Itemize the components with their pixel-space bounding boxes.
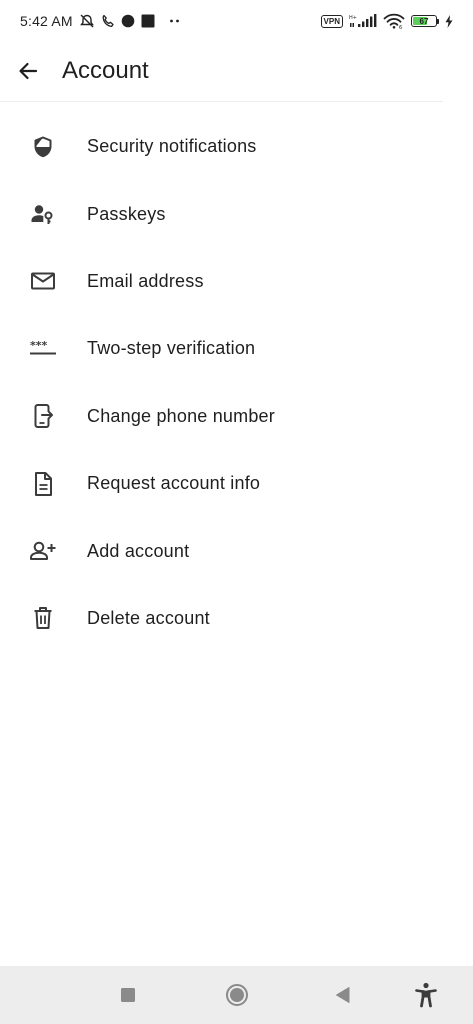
menu-item-label: Passkeys <box>87 203 166 224</box>
app-notification-icon <box>121 14 135 28</box>
app-notification-square-icon <box>141 14 155 28</box>
circle-icon <box>225 983 249 1007</box>
battery-indicator: 67 <box>411 15 439 27</box>
wifi-icon: 6 <box>383 13 405 29</box>
page-title: Account <box>62 57 149 84</box>
password-dots-icon: *** <box>29 335 57 363</box>
document-icon <box>29 470 57 498</box>
account-menu-list: Security notifications Passkeys Email ad… <box>0 113 473 652</box>
trash-icon <box>29 604 57 632</box>
menu-item-delete-account[interactable]: Delete account <box>0 585 473 652</box>
menu-item-security-notifications[interactable]: Security notifications <box>0 113 473 180</box>
account-screen: 5:42 AM VPN H+ 6 67 Account Security not… <box>0 0 473 1024</box>
menu-item-passkeys[interactable]: Passkeys <box>0 180 473 247</box>
battery-level: 67 <box>419 16 429 26</box>
app-bar: Account <box>0 42 473 100</box>
svg-text:***: *** <box>30 339 48 352</box>
vpn-badge: VPN <box>320 14 343 28</box>
menu-item-label: Delete account <box>87 607 210 628</box>
muted-alarm-icon <box>79 13 95 29</box>
square-icon <box>120 987 136 1003</box>
svg-text:H+: H+ <box>349 15 357 21</box>
battery-tip <box>437 18 439 24</box>
battery-body: 67 <box>411 15 437 27</box>
menu-item-change-phone-number[interactable]: Change phone number <box>0 383 473 450</box>
status-time: 5:42 AM <box>20 13 73 29</box>
menu-item-label: Add account <box>87 540 190 561</box>
menu-item-label: Security notifications <box>87 136 257 157</box>
triangle-back-icon <box>335 986 351 1004</box>
menu-item-two-step-verification[interactable]: *** Two-step verification <box>0 315 473 382</box>
menu-item-label: Email address <box>87 270 204 291</box>
nav-back-button[interactable] <box>335 986 351 1004</box>
home-button[interactable] <box>225 983 249 1007</box>
status-left: 5:42 AM <box>20 13 181 29</box>
status-right: VPN H+ 6 67 <box>320 13 453 29</box>
envelope-icon <box>29 267 57 295</box>
menu-item-add-account[interactable]: Add account <box>0 517 473 584</box>
accessibility-button[interactable] <box>414 982 438 1008</box>
person-add-icon <box>29 537 57 565</box>
phone-transfer-icon <box>29 402 57 430</box>
person-key-icon <box>29 200 57 228</box>
cell-signal-icon: H+ <box>349 13 377 29</box>
menu-item-label: Request account info <box>87 473 261 494</box>
back-button[interactable] <box>12 55 44 87</box>
menu-item-label: Two-step verification <box>87 338 256 359</box>
menu-item-request-account-info[interactable]: Request account info <box>0 450 473 517</box>
arrow-left-icon <box>16 59 40 83</box>
charging-bolt-icon <box>445 14 453 28</box>
phone-call-icon <box>101 14 115 28</box>
accessibility-icon <box>414 982 438 1008</box>
more-notifications-icon <box>169 18 181 24</box>
recents-button[interactable] <box>120 987 136 1003</box>
system-navigation-bar <box>0 966 473 1024</box>
status-bar: 5:42 AM VPN H+ 6 67 <box>0 0 473 42</box>
menu-item-email-address[interactable]: Email address <box>0 248 473 315</box>
svg-text:6: 6 <box>399 25 402 29</box>
shield-icon <box>29 133 57 161</box>
menu-item-label: Change phone number <box>87 405 275 426</box>
app-bar-divider <box>0 101 443 102</box>
